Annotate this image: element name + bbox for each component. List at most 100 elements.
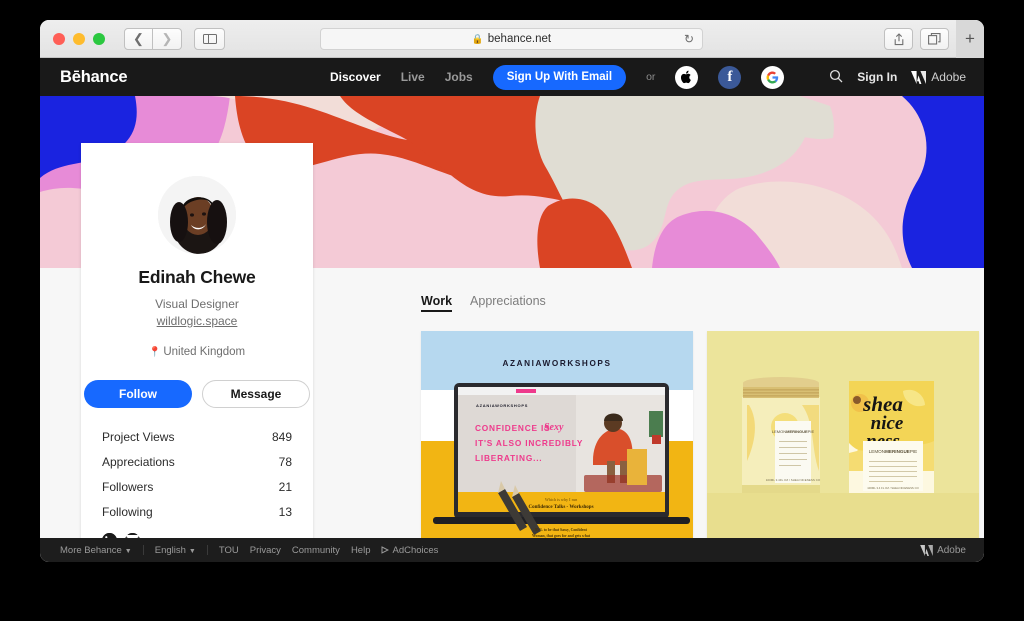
more-behance-menu[interactable]: More Behance ▼ (60, 545, 132, 556)
browser-titlebar: ❮ ❯ 🔒 behance.net ↻ + (40, 20, 984, 58)
stat-value: 21 (278, 480, 292, 494)
lock-icon: 🔒 (471, 33, 484, 45)
signup-with-email-button[interactable]: Sign Up With Email (492, 64, 627, 90)
stat-value: 13 (278, 505, 292, 519)
site-header: Bēhance Discover Live Jobs Sign Up With … (40, 58, 984, 96)
apple-signin-icon[interactable] (675, 65, 699, 89)
close-window-button[interactable] (53, 32, 65, 45)
footer-links: More Behance ▼ English ▼ TOU Privacy Commu… (60, 545, 438, 556)
nav-item-jobs[interactable]: Jobs (445, 70, 473, 84)
titlebar-right-controls: + (884, 20, 984, 58)
stat-label: Followers (102, 480, 154, 494)
maximize-window-button[interactable] (93, 32, 105, 45)
footer-divider (142, 545, 144, 555)
adobe-logo-icon (911, 70, 927, 84)
page-viewport: Bēhance Discover Live Jobs Sign Up With … (40, 58, 984, 562)
page-body: Edinah Chewe Visual Designer wildlogic.s… (40, 143, 984, 562)
browser-window: ❮ ❯ 🔒 behance.net ↻ + Bēhance Discover L… (40, 20, 984, 562)
behance-logo[interactable]: Bēhance (60, 68, 128, 87)
chevron-down-icon: ▼ (124, 547, 132, 555)
footer-link-help[interactable]: Help (351, 545, 371, 556)
footer-link-community[interactable]: Community (292, 545, 340, 556)
svg-text:Sexy: Sexy (544, 422, 564, 433)
profile-name: Edinah Chewe (138, 267, 256, 287)
svg-text:LEMONMERINGUEPIE: LEMONMERINGUEPIE (869, 449, 918, 454)
nav-item-discover[interactable]: Discover (330, 70, 381, 84)
project-shea-niceness[interactable]: LEMONMERINGUEPIE 100ML 3.4FL OZ / SHEA N… (707, 331, 979, 544)
svg-text:LIBERATING...: LIBERATING... (475, 453, 542, 463)
adchoices-icon (381, 546, 390, 554)
location-pin-icon: 📍 (148, 347, 162, 358)
nav-item-live[interactable]: Live (401, 70, 425, 84)
address-bar[interactable]: 🔒 behance.net ↻ (320, 28, 703, 50)
navigation-buttons: ❮ ❯ (124, 27, 182, 50)
window-controls (53, 32, 105, 45)
back-button[interactable]: ❮ (124, 27, 153, 50)
adchoices-link[interactable]: AdChoices (381, 545, 438, 556)
header-right-controls: Sign In Adobe (829, 69, 966, 86)
adobe-brand[interactable]: Adobe (911, 70, 966, 84)
message-button[interactable]: Message (202, 380, 310, 408)
more-behance-label: More Behance (60, 544, 122, 556)
forward-button[interactable]: ❯ (153, 27, 182, 50)
stat-row: Followers 21 (102, 480, 292, 494)
tab-appreciations[interactable]: Appreciations (470, 294, 546, 312)
stat-row: Project Views 849 (102, 430, 292, 444)
stat-row: Following 13 (102, 505, 292, 519)
adobe-logo-icon (920, 544, 933, 556)
chevron-down-icon: ▼ (188, 547, 196, 555)
stat-label: Project Views (102, 430, 175, 444)
sign-in-link[interactable]: Sign In (857, 70, 897, 84)
footer-link-privacy[interactable]: Privacy (250, 545, 281, 556)
svg-text:Confidence Talks - Workshops: Confidence Talks - Workshops (528, 505, 593, 510)
footer-divider (206, 545, 208, 555)
google-glyph (766, 71, 779, 83)
project-azaniaworkshops[interactable]: AZANIAWORKSHOPS AZANIAWORKSHOPS CONFIDEN… (421, 331, 693, 544)
profile-location: 📍 United Kingdom (81, 346, 313, 358)
profile-card: Edinah Chewe Visual Designer wildlogic.s… (81, 143, 313, 548)
svg-text:Which is why I run: Which is why I run (545, 497, 578, 502)
adobe-label: Adobe (931, 70, 966, 84)
svg-text:CONFIDENCE IS: CONFIDENCE IS (475, 423, 550, 433)
stat-value: 78 (278, 455, 292, 469)
sidebar-toggle-icon (202, 33, 217, 44)
project-thumbnail-2: LEMONMERINGUEPIE 100ML 3.4FL OZ / SHEA N… (707, 331, 979, 544)
profile-website-link[interactable]: wildlogic.space (157, 314, 238, 328)
svg-text:AZANIAWORKSHOPS: AZANIAWORKSHOPS (476, 403, 528, 408)
work-section: Work Appreciations AZANIAWORKSHOPS AZANI… (393, 268, 984, 562)
profile-actions: Follow Message (81, 380, 313, 408)
svg-text:LEMONMERINGUEPIE: LEMONMERINGUEPIE (772, 429, 815, 434)
language-menu[interactable]: English ▼ (155, 545, 196, 556)
profile-avatar[interactable] (158, 176, 236, 254)
tab-overview-icon (928, 33, 941, 45)
svg-text:95% to be that Sassy, Confiden: 95% to be that Sassy, Confident (535, 528, 587, 532)
footer-adobe-brand[interactable]: Adobe (920, 544, 966, 556)
share-button[interactable] (884, 28, 913, 50)
profile-occupation: Visual Designer (155, 297, 239, 311)
sidebar-toggle-button[interactable] (194, 27, 225, 50)
follow-button[interactable]: Follow (84, 380, 192, 408)
google-signin-icon[interactable] (761, 65, 785, 89)
svg-text:IT'S ALSO INCREDIBLY: IT'S ALSO INCREDIBLY (475, 438, 583, 448)
svg-text:AZANIAWORKSHOPS: AZANIAWORKSHOPS (502, 359, 611, 368)
reload-icon[interactable]: ↻ (684, 32, 694, 46)
search-icon[interactable] (829, 69, 843, 86)
work-tabs: Work Appreciations (393, 268, 984, 312)
minimize-window-button[interactable] (73, 32, 85, 45)
facebook-signin-icon[interactable]: f (718, 65, 742, 89)
stat-value: 849 (271, 430, 292, 444)
svg-text:100ML 3.4FL OZ / SHEA NICENESS: 100ML 3.4FL OZ / SHEA NICENESS CO (766, 478, 821, 482)
project-grid: AZANIAWORKSHOPS AZANIAWORKSHOPS CONFIDEN… (393, 312, 984, 544)
site-footer: More Behance ▼ English ▼ TOU Privacy Commu… (40, 538, 984, 562)
share-icon (894, 32, 903, 45)
tab-overview-button[interactable] (920, 28, 949, 50)
profile-stats: Project Views 849 Appreciations 78 Follo… (102, 430, 292, 519)
main-navigation: Discover Live Jobs Sign Up With Email or… (330, 64, 785, 90)
profile-location-text: United Kingdom (163, 346, 246, 358)
adchoices-label: AdChoices (392, 544, 439, 556)
address-bar-url: behance.net (487, 33, 552, 45)
avatar-image (158, 176, 236, 254)
new-tab-button[interactable]: + (956, 20, 984, 58)
footer-link-tou[interactable]: TOU (219, 545, 239, 556)
tab-work[interactable]: Work (421, 294, 453, 312)
